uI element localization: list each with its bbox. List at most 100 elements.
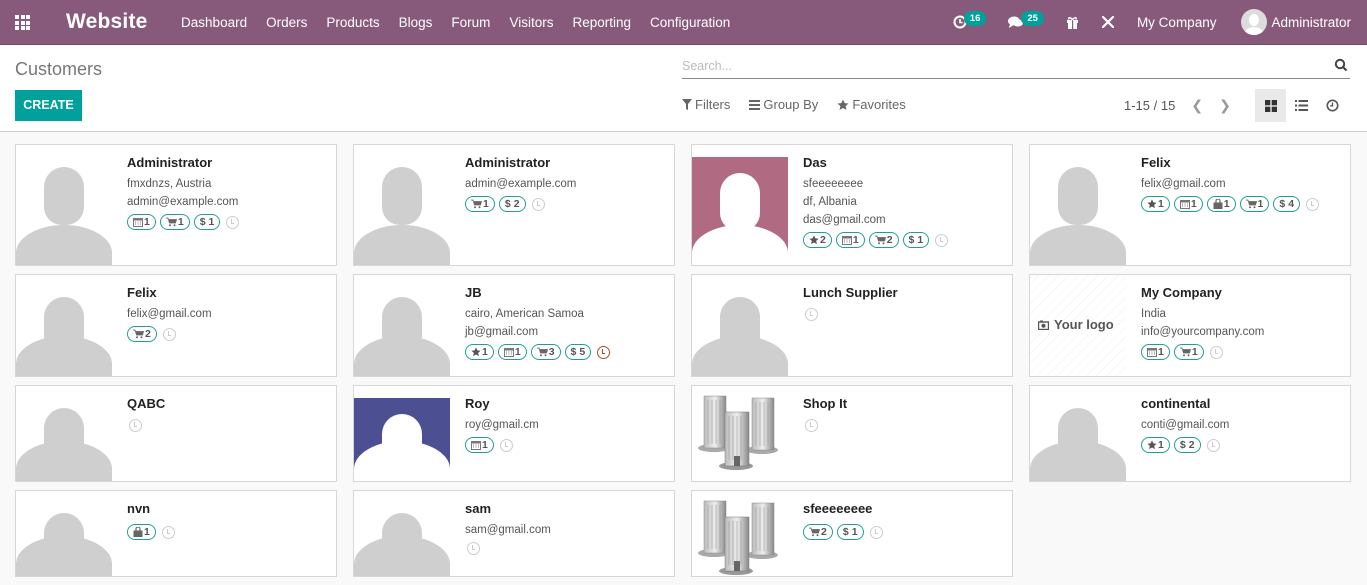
list-view-button[interactable] [1286, 89, 1317, 122]
stat-button-calendar[interactable]: 1 [835, 232, 865, 248]
customer-name[interactable]: Lunch Supplier [803, 285, 1000, 300]
stat-button-calendar[interactable]: 1 [465, 437, 494, 453]
debug-tools-button[interactable] [1101, 15, 1115, 29]
stat-button-dollar[interactable]: $4 [1273, 196, 1301, 212]
stat-button-cart[interactable]: 1 [1239, 196, 1270, 212]
stat-button-cart[interactable]: 1 [1173, 344, 1204, 360]
stat-button-dollar[interactable]: $2 [498, 196, 526, 212]
customer-name[interactable]: My Company [1141, 285, 1338, 300]
stat-button-dollar[interactable]: $5 [564, 344, 592, 360]
activity-clock-icon[interactable] [1306, 197, 1320, 211]
gift-button[interactable] [1066, 16, 1079, 29]
activity-clock-icon[interactable] [805, 419, 818, 432]
stat-button-cart[interactable]: 1 [159, 214, 190, 230]
stat-button-dollar[interactable]: $1 [836, 524, 864, 540]
filters-button[interactable]: Filters [682, 97, 730, 112]
customer-name[interactable]: Administrator [127, 155, 324, 170]
customer-name[interactable]: Das [803, 155, 1000, 170]
stat-button-dollar[interactable]: $1 [902, 232, 930, 248]
customer-card[interactable]: sam sam@gmail.com [353, 490, 675, 577]
activity-clock-icon[interactable] [935, 233, 949, 247]
pager-next-button[interactable]: ❯ [1219, 97, 1231, 114]
customer-card[interactable]: Lunch Supplier [691, 274, 1013, 377]
user-menu[interactable]: Administrator [1241, 9, 1351, 35]
customer-card[interactable]: JB cairo, American Samoa jb@gmail.com 1 1 3 $5 [353, 274, 675, 377]
menu-configuration[interactable]: Configuration [641, 15, 740, 30]
activity-clock-icon[interactable] [1209, 345, 1223, 359]
activity-view-button[interactable] [1317, 89, 1348, 122]
app-name[interactable]: Website [66, 10, 148, 34]
messages-button[interactable]: 25 [1008, 10, 1044, 29]
stat-button-dollar[interactable]: $1 [193, 214, 221, 230]
customer-name[interactable]: continental [1141, 396, 1338, 411]
customer-name[interactable]: sfeeeeeeee [803, 501, 1000, 516]
activity-clock-icon[interactable] [499, 438, 513, 452]
activity-clock-icon[interactable] [597, 345, 611, 359]
create-button[interactable]: CREATE [15, 90, 82, 121]
customer-card[interactable]: continental conti@gmail.com 1 $2 [1029, 385, 1351, 482]
activity-clock-icon[interactable] [161, 525, 175, 539]
search-input[interactable] [682, 55, 1322, 77]
stat-button-bag[interactable]: 1 [127, 524, 156, 540]
stat-button-cart[interactable]: 1 [465, 196, 495, 212]
menu-forum[interactable]: Forum [442, 15, 500, 30]
company-switcher[interactable]: My Company [1137, 15, 1217, 30]
stat-button-star[interactable]: 1 [465, 344, 494, 360]
customer-name[interactable]: Administrator [465, 155, 662, 170]
stat-button-cart[interactable]: 3 [530, 344, 561, 360]
stat-button-star[interactable]: 1 [1141, 437, 1170, 453]
stat-button-cart[interactable]: 2 [803, 524, 833, 540]
stat-button-cart[interactable]: 2 [868, 232, 899, 248]
customer-card[interactable]: Your logo My Company India info@yourcompany… [1029, 274, 1351, 377]
stat-button-calendar[interactable]: 1 [497, 344, 527, 360]
stat-button-calendar[interactable]: 1 [1173, 196, 1203, 212]
activity-clock-icon[interactable] [869, 525, 883, 539]
customer-name[interactable]: sam [465, 501, 662, 516]
activity-clock-icon[interactable] [467, 542, 480, 555]
customer-name[interactable]: JB [465, 285, 662, 300]
stat-button-calendar[interactable]: 1 [1141, 344, 1170, 360]
apps-menu-icon[interactable] [15, 15, 33, 30]
menu-products[interactable]: Products [317, 15, 389, 30]
favorites-button[interactable]: Favorites [837, 97, 906, 112]
customer-name[interactable]: QABC [127, 396, 324, 411]
menu-reporting[interactable]: Reporting [563, 15, 641, 30]
pager-value[interactable]: 1-15 / 15 [1124, 98, 1175, 113]
pager-previous-button[interactable]: ❮ [1191, 97, 1203, 114]
customer-name[interactable]: Felix [1141, 155, 1338, 170]
menu-visitors[interactable]: Visitors [500, 15, 563, 30]
customer-card[interactable]: QABC [15, 385, 337, 482]
menu-dashboard[interactable]: Dashboard [172, 15, 257, 30]
customer-card[interactable]: Felix felix@gmail.com 1 1 1 1 $4 [1029, 144, 1351, 266]
customer-card[interactable]: Administrator fmxdnzs, Austria admin@examp… [15, 144, 337, 266]
customer-card[interactable]: Roy roy@gmail.cm 1 [353, 385, 675, 482]
customer-card[interactable]: Felix felix@gmail.com 2 [15, 274, 337, 377]
activity-clock-icon[interactable] [1206, 438, 1220, 452]
stat-button-star[interactable]: 1 [1141, 196, 1170, 212]
stat-button-cart[interactable]: 2 [127, 326, 157, 342]
customer-name[interactable]: nvn [127, 501, 324, 516]
customer-name[interactable]: Roy [465, 396, 662, 411]
menu-orders[interactable]: Orders [257, 15, 317, 30]
stat-button-dollar[interactable]: $2 [1173, 437, 1201, 453]
customer-card[interactable]: Shop It [691, 385, 1013, 482]
activity-button[interactable]: 16 [953, 10, 987, 29]
stat-button-star[interactable]: 2 [803, 232, 832, 248]
activity-clock-icon[interactable] [129, 419, 142, 432]
activity-clock-icon[interactable] [226, 215, 240, 229]
customer-card[interactable]: sfeeeeeeee 2 $1 [691, 490, 1013, 577]
customer-name[interactable]: Shop It [803, 396, 1000, 411]
stat-button-bag[interactable]: 1 [1206, 196, 1236, 212]
kanban-view-button[interactable] [1255, 89, 1286, 122]
customer-card[interactable]: Administrator admin@example.com 1 $2 [353, 144, 675, 266]
customer-card[interactable]: Das sfeeeeeeee df, Albania das@gmail.com 2 1 2… [691, 144, 1013, 266]
activity-clock-icon[interactable] [162, 327, 176, 341]
customer-name[interactable]: Felix [127, 285, 324, 300]
group-by-button[interactable]: Group By [749, 97, 818, 112]
activity-clock-icon[interactable] [805, 308, 818, 321]
activity-clock-icon[interactable] [531, 197, 545, 211]
search-icon[interactable] [1334, 58, 1348, 72]
stat-button-calendar[interactable]: 1 [127, 214, 156, 230]
customer-card[interactable]: nvn 1 [15, 490, 337, 577]
menu-blogs[interactable]: Blogs [389, 15, 442, 30]
